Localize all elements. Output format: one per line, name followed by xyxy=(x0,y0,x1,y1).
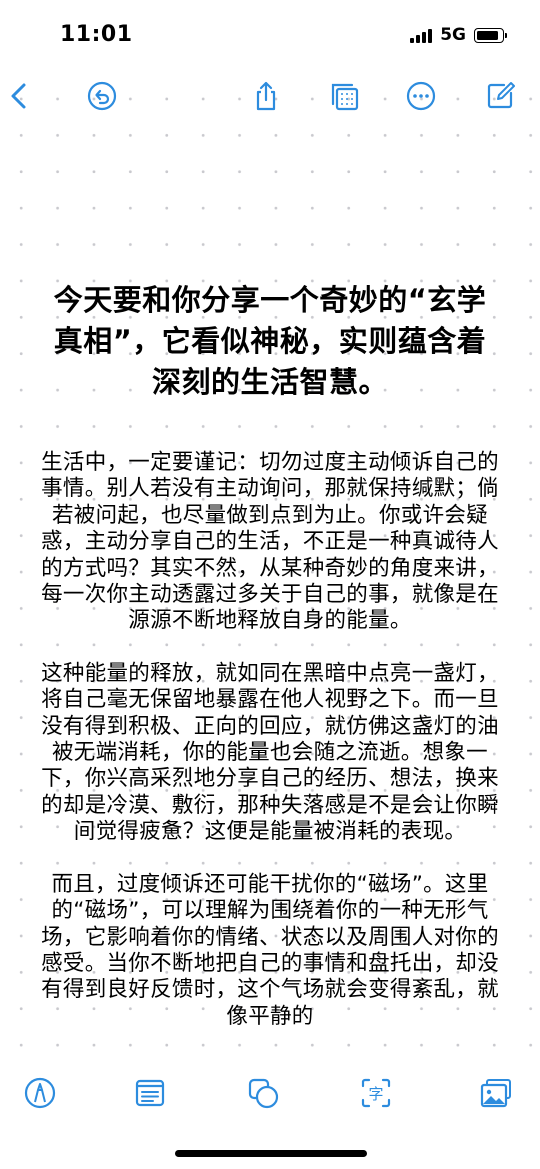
checklist-icon xyxy=(135,1079,165,1107)
compose-icon xyxy=(487,82,515,109)
text-recognition-glyph: 字 xyxy=(368,1085,383,1103)
share-button[interactable] xyxy=(246,76,286,116)
home-indicator[interactable] xyxy=(175,1150,367,1157)
chevron-left-icon xyxy=(11,83,26,109)
text-recognition-icon: 字 xyxy=(361,1078,391,1108)
note-paragraph-1: 生活中，一定要谨记：切勿过度主动倾诉自己的事情。别人若没有主动询问，那就保持缄默… xyxy=(41,450,499,634)
photo-icon xyxy=(480,1079,511,1108)
markup-button[interactable] xyxy=(19,1072,61,1114)
undo-button[interactable] xyxy=(82,76,122,116)
checklist-button[interactable] xyxy=(129,1072,171,1114)
back-button[interactable] xyxy=(0,76,40,116)
text-recognition-button[interactable]: 字 xyxy=(355,1072,397,1114)
status-bar: 11:01 5G xyxy=(0,0,540,70)
markup-icon xyxy=(24,1077,56,1109)
status-time: 11:01 xyxy=(60,22,133,47)
undo-icon xyxy=(87,81,117,111)
top-toolbar xyxy=(0,70,540,122)
gallery-view-button[interactable] xyxy=(324,76,364,116)
network-type: 5G xyxy=(440,25,466,45)
share-icon xyxy=(256,81,276,111)
status-indicators: 5G xyxy=(410,25,507,45)
note-title: 今天要和你分享一个奇妙的“玄学真相”，它看似神秘，实则蕴含着深刻的生活智慧。 xyxy=(53,283,487,399)
compose-button[interactable] xyxy=(480,76,520,116)
signal-icon xyxy=(410,27,433,43)
shapes-icon xyxy=(248,1078,279,1109)
more-icon xyxy=(406,81,436,111)
note-paragraph-3: 而且，过度倾诉还可能干扰你的“磁场”。这里的“磁场”，可以理解为围绕着你的一种无… xyxy=(41,871,499,1029)
note-paragraph-2: 这种能量的释放，就如同在黑暗中点亮一盏灯，将自己毫无保留地暴露在他人视野之下。而… xyxy=(41,660,499,845)
note-content[interactable]: 今天要和你分享一个奇妙的“玄学真相”，它看似神秘，实则蕴含着深刻的生活智慧。 生… xyxy=(0,280,540,1030)
more-button[interactable] xyxy=(401,76,441,116)
shapes-button[interactable] xyxy=(242,1072,284,1114)
photo-button[interactable] xyxy=(475,1072,517,1114)
gallery-view-icon xyxy=(331,83,359,111)
battery-icon xyxy=(474,27,507,43)
